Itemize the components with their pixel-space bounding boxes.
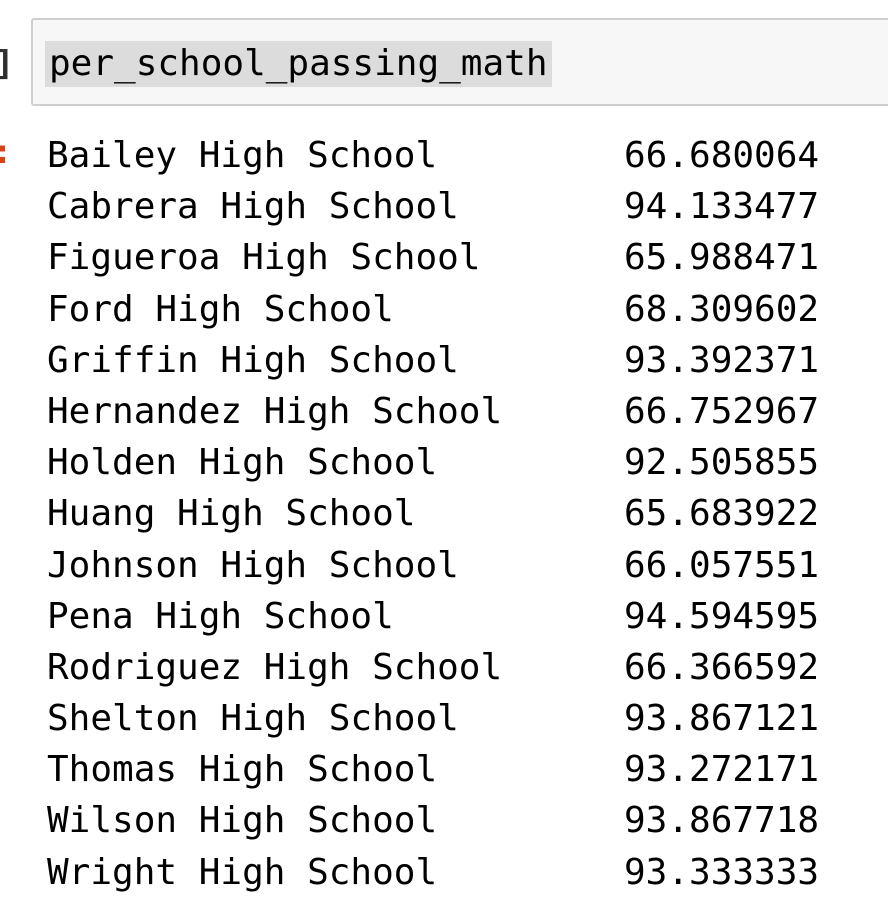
output-row: Hernandez High School 66.752967 (47, 386, 888, 437)
school-name: Holden High School (47, 442, 438, 484)
school-name: Thomas High School (47, 749, 438, 791)
output-row: Thomas High School 93.272171 (47, 744, 888, 795)
school-name: Griffin High School (47, 339, 459, 381)
passing-math-value: 66.366592 (624, 646, 820, 688)
passing-math-value: 94.594595 (624, 595, 820, 637)
output-row: Rodriguez High School 66.366592 (47, 642, 888, 693)
output-row: Wright High School 93.333333 (47, 847, 888, 898)
code-input-cell[interactable]: per_school_passing_math (31, 18, 888, 106)
output-row: Bailey High School 66.680064 (47, 130, 888, 181)
output-row: Pena High School 94.594595 (47, 591, 888, 642)
passing-math-value: 93.392371 (624, 339, 820, 381)
output-row: Holden High School 92.505855 (47, 437, 888, 488)
school-name: Shelton High School (47, 698, 459, 740)
passing-math-value: 66.680064 (624, 135, 820, 176)
passing-math-value: 93.333333 (624, 851, 820, 893)
school-name: Huang High School (47, 493, 416, 535)
passing-math-value: 68.309602 (624, 288, 820, 330)
school-name: Hernandez High School (47, 390, 503, 432)
passing-math-value: 92.505855 (624, 442, 820, 484)
school-name: Wilson High School (47, 800, 438, 842)
code-input-text[interactable]: per_school_passing_math (45, 41, 552, 87)
output-row: Cabrera High School 94.133477 (47, 181, 888, 232)
series-output: Bailey High School 66.680064 Cabrera Hig… (47, 130, 888, 898)
output-row: Griffin High School 93.392371 (47, 335, 888, 386)
passing-math-value: 93.867121 (624, 698, 820, 740)
school-name: Cabrera High School (47, 186, 459, 228)
passing-math-value: 66.057551 (624, 544, 820, 586)
school-name: Ford High School (47, 288, 394, 330)
output-row: Shelton High School 93.867121 (47, 693, 888, 744)
school-name: Bailey High School (47, 135, 438, 176)
school-name: Wright High School (47, 851, 438, 893)
school-name: Johnson High School (47, 544, 459, 586)
output-row: Ford High School 68.309602 (47, 284, 888, 335)
output-row: Huang High School 65.683922 (47, 488, 888, 539)
passing-math-value: 93.272171 (624, 749, 820, 791)
input-prompt-marker: ] (0, 44, 14, 84)
passing-math-value: 65.683922 (624, 493, 820, 535)
passing-math-value: 93.867718 (624, 800, 820, 842)
school-name: Rodriguez High School (47, 646, 503, 688)
school-name: Figueroa High School (47, 237, 481, 279)
output-prompt-marker: : (0, 132, 12, 172)
output-row: Figueroa High School 65.988471 (47, 232, 888, 283)
passing-math-value: 65.988471 (624, 237, 820, 279)
passing-math-value: 94.133477 (624, 186, 820, 228)
school-name: Pena High School (47, 595, 394, 637)
output-row: Wilson High School 93.867718 (47, 795, 888, 846)
output-row: Johnson High School 66.057551 (47, 540, 888, 591)
passing-math-value: 66.752967 (624, 390, 820, 432)
